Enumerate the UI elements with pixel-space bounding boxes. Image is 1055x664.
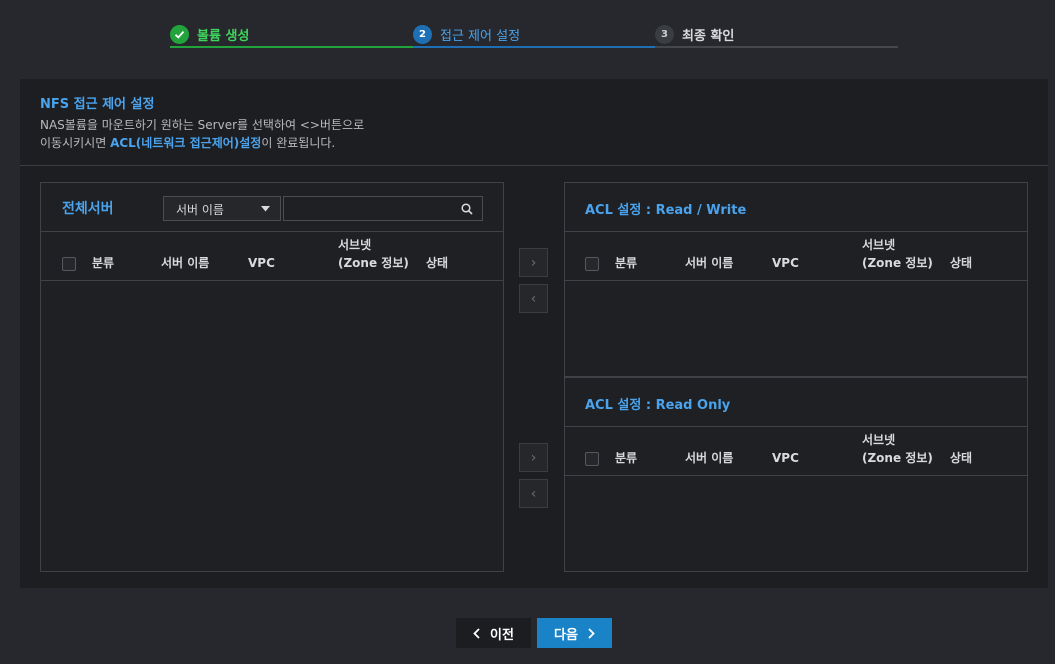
select-all-checkbox[interactable] bbox=[62, 257, 76, 271]
description-line-2: 이동시키시면 ACL(네트워크 접근제어)설정이 완료됩니다. bbox=[40, 136, 336, 150]
search-input[interactable] bbox=[288, 199, 452, 220]
col-status: 상태 bbox=[950, 451, 973, 465]
search-icon[interactable] bbox=[461, 203, 473, 215]
all-servers-box: 전체서버 분류 서버 이름 VPC 서브넷 (Zone 정보) 상태 bbox=[40, 182, 504, 572]
step-number: 3 bbox=[655, 24, 674, 44]
col-subnet: 서브넷 (Zone 정보) bbox=[862, 433, 933, 465]
description-line-1: NAS볼륨을 마운트하기 원하는 Server를 선택하여 <>버튼으로 bbox=[40, 118, 365, 132]
select-value: 서버 이름 bbox=[176, 203, 224, 217]
col-server-name: 서버 이름 bbox=[685, 451, 734, 465]
acl-rw-title: ACL 설정 : Read / Write bbox=[585, 203, 747, 218]
prev-button[interactable]: 이전 bbox=[456, 618, 531, 648]
col-category: 분류 bbox=[615, 256, 638, 270]
section-title: NFS 접근 제어 설정 bbox=[40, 97, 155, 112]
check-icon bbox=[170, 24, 189, 44]
table-header: 분류 서버 이름 VPC 서브넷 (Zone 정보) 상태 bbox=[565, 426, 1027, 476]
search-box bbox=[283, 196, 483, 221]
step-label: 접근 제어 설정 bbox=[440, 28, 521, 44]
next-button[interactable]: 다음 bbox=[537, 618, 612, 648]
remove-from-rw-button[interactable]: ‹ bbox=[519, 284, 548, 313]
col-vpc: VPC bbox=[772, 451, 799, 465]
caret-down-icon bbox=[261, 206, 270, 212]
table-header: 분류 서버 이름 VPC 서브넷 (Zone 정보) 상태 bbox=[41, 231, 503, 281]
table-header: 분류 서버 이름 VPC 서브넷 (Zone 정보) 상태 bbox=[565, 231, 1027, 281]
step-progress-line bbox=[655, 46, 898, 48]
col-category: 분류 bbox=[615, 451, 638, 465]
col-category: 분류 bbox=[92, 256, 115, 270]
chevron-right-icon bbox=[588, 627, 595, 639]
select-all-checkbox[interactable] bbox=[585, 257, 599, 271]
step-volume-create: 볼륨 생성 bbox=[170, 20, 249, 48]
step-final-confirm: 3 최종 확인 bbox=[655, 20, 734, 48]
step-number: 2 bbox=[413, 24, 432, 44]
all-servers-title: 전체서버 bbox=[62, 201, 114, 217]
chevron-left-icon bbox=[473, 627, 480, 639]
col-server-name: 서버 이름 bbox=[685, 256, 734, 270]
prev-button-label: 이전 bbox=[490, 627, 514, 643]
col-subnet: 서브넷 (Zone 정보) bbox=[862, 238, 933, 270]
col-status: 상태 bbox=[950, 256, 973, 270]
search-field-select[interactable]: 서버 이름 bbox=[163, 196, 281, 221]
select-all-checkbox[interactable] bbox=[585, 452, 599, 466]
col-vpc: VPC bbox=[248, 256, 275, 270]
acl-ro-box: ACL 설정 : Read Only 분류 서버 이름 VPC 서브넷 (Zone… bbox=[564, 377, 1028, 572]
col-status: 상태 bbox=[426, 256, 449, 270]
move-to-ro-button[interactable]: › bbox=[519, 443, 548, 472]
remove-from-ro-button[interactable]: ‹ bbox=[519, 479, 548, 508]
step-label: 최종 확인 bbox=[682, 28, 735, 44]
next-button-label: 다음 bbox=[554, 627, 578, 643]
col-server-name: 서버 이름 bbox=[161, 256, 210, 270]
acl-rw-box: ACL 설정 : Read / Write 분류 서버 이름 VPC 서브넷 (Z… bbox=[564, 182, 1028, 377]
col-subnet: 서브넷 (Zone 정보) bbox=[338, 238, 409, 270]
move-to-rw-button[interactable]: › bbox=[519, 248, 548, 277]
step-access-control: 2 접근 제어 설정 bbox=[413, 20, 520, 48]
divider bbox=[20, 165, 1048, 166]
acl-ro-title: ACL 설정 : Read Only bbox=[585, 398, 731, 413]
col-vpc: VPC bbox=[772, 256, 799, 270]
step-label: 볼륨 생성 bbox=[197, 28, 250, 44]
step-progress-line bbox=[170, 46, 413, 48]
step-progress-line bbox=[413, 46, 655, 48]
